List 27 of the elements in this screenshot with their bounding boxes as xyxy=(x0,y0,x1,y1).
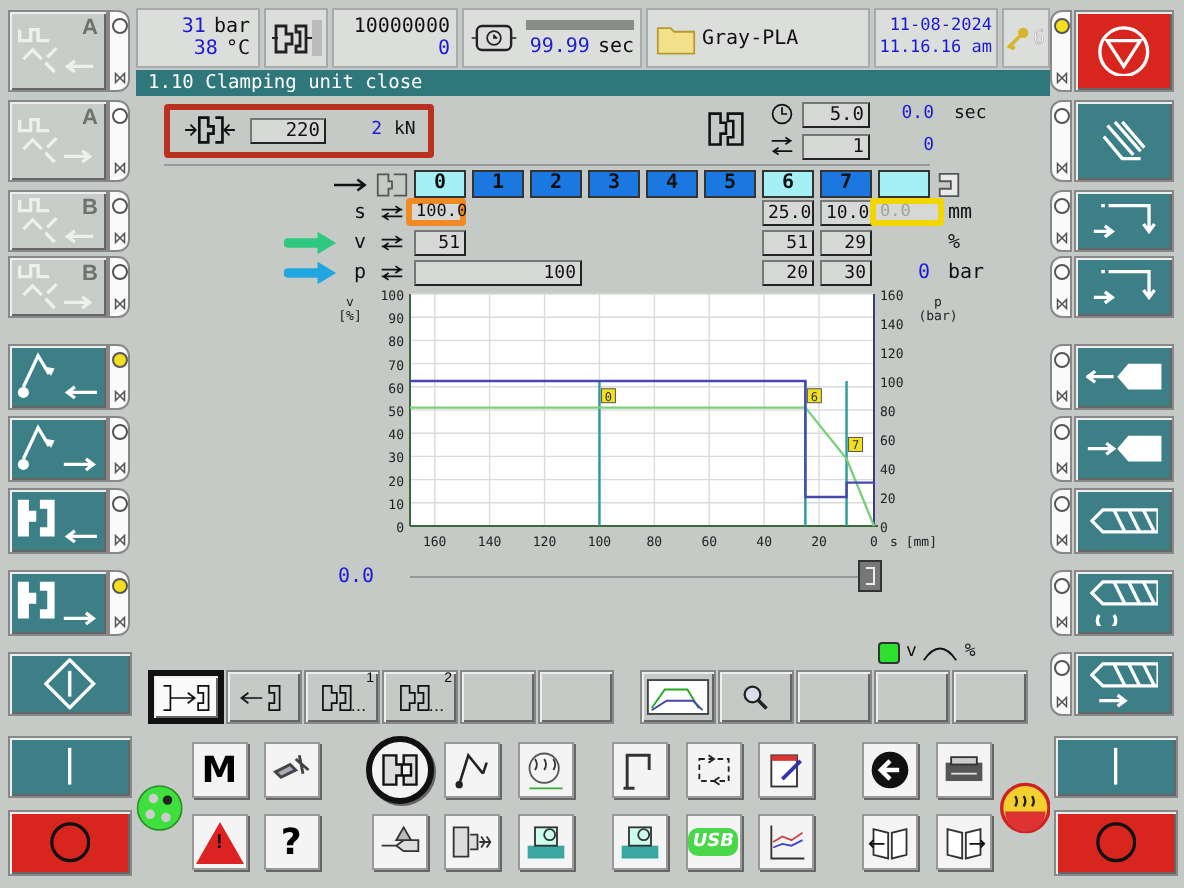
page-title: 1.10 Clamping unit close xyxy=(136,70,1050,96)
count-reading: 0 xyxy=(921,136,934,156)
unit-label: bar xyxy=(946,261,987,283)
unit-label: sec xyxy=(597,35,634,57)
unit-label: kN xyxy=(394,120,416,140)
counter-target: 10000000 xyxy=(353,16,450,38)
temperature-reading: 38 xyxy=(193,38,218,60)
date-label: 11-08-2024 xyxy=(889,16,992,38)
pressure-reading: 0 xyxy=(915,261,930,283)
unit-label: bar xyxy=(213,16,250,38)
force-reading: 2 xyxy=(369,120,382,140)
velocity-symbol: v xyxy=(906,642,917,662)
time-reading: 0.0 xyxy=(899,104,934,124)
unit-label: % xyxy=(964,642,976,662)
unit-label: mm xyxy=(946,201,975,223)
position-reading: 0.0 xyxy=(335,565,374,587)
unit-label: °C xyxy=(225,38,250,60)
pressure-reading: 31 xyxy=(181,16,206,38)
counter-value: 0 xyxy=(437,38,450,60)
cycle-time: 99.99 xyxy=(529,35,590,57)
unit-label: % xyxy=(946,231,963,253)
parameter-symbol: p xyxy=(354,261,369,283)
mold-name: Gray-PLA xyxy=(702,27,799,49)
parameter-symbol: s xyxy=(354,201,369,223)
parameter-symbol: v xyxy=(354,231,369,253)
time-label: 11.16.16 am xyxy=(879,38,992,60)
unit-label: sec xyxy=(952,104,986,124)
